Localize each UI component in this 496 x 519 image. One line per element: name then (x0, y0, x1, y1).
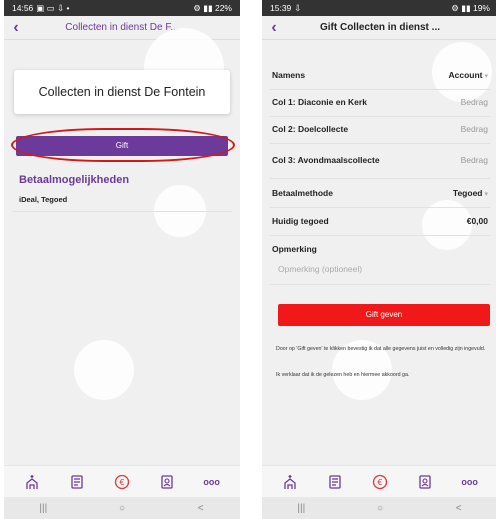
amount-input[interactable]: Bedrag (461, 155, 488, 165)
euro-icon[interactable]: € (370, 472, 390, 492)
status-right-icons: ⚙ ▮▮ 19% (451, 2, 490, 13)
status-right-icons: ⚙ ▮▮ 22% (193, 2, 232, 13)
form-row-payment-method[interactable]: Betaalmethode Tegoed ▾ (262, 183, 496, 203)
bottom-nav: € ooo (262, 465, 496, 497)
bulletin-icon[interactable] (325, 472, 345, 492)
divider (270, 143, 490, 144)
more-icon[interactable]: ooo (460, 472, 480, 492)
phone-left: 14:56 ▣ ▭ ⇩ • ⚙ ▮▮ 22% ‹ Collecten in di… (4, 0, 240, 519)
row-label: Namens (272, 70, 306, 80)
form-row-remark: Opmerking (262, 239, 496, 259)
app-bar: ‹ Gift Collecten in dienst ... (262, 16, 496, 40)
remark-input[interactable]: Opmerking (optioneel) (278, 264, 362, 274)
contacts-icon[interactable] (415, 472, 435, 492)
red-annotation-circle (11, 128, 235, 162)
church-icon[interactable] (280, 472, 300, 492)
divider (270, 89, 490, 90)
row-value: Tegoed (452, 188, 483, 198)
svg-text:€: € (377, 478, 382, 487)
status-time: 15:39 (270, 3, 292, 13)
row-label: Col 2: Doelcollecte (272, 124, 349, 134)
back-icon[interactable]: ‹ (262, 16, 286, 40)
system-back-button[interactable]: < (186, 503, 216, 514)
decor-circle (74, 340, 134, 400)
form-row-col2[interactable]: Col 2: Doelcollecte Bedrag (262, 119, 496, 139)
payment-options-title: Betaalmogelijkheden (19, 174, 130, 186)
system-nav: ||| ○ < (4, 497, 240, 519)
collection-card: Collecten in dienst De Fontein (14, 70, 230, 114)
balance-value: €0,00 (466, 216, 488, 226)
row-label: Huidig tegoed (272, 216, 329, 226)
bottom-nav: € ooo (4, 465, 240, 497)
screenshot-stage: 14:56 ▣ ▭ ⇩ • ⚙ ▮▮ 22% ‹ Collecten in di… (0, 0, 496, 519)
divider (12, 211, 232, 212)
page-title: Collecten in dienst De F... (65, 22, 179, 33)
form-row-namens[interactable]: Namens Account ▾ (262, 66, 496, 84)
row-label: Col 1: Diaconie en Kerk (272, 97, 367, 107)
gift-submit-button[interactable]: Gift geven (278, 304, 490, 326)
recents-button[interactable]: ||| (286, 503, 316, 514)
payment-options-value: iDeal, Tegoed (19, 195, 68, 204)
divider (270, 235, 490, 236)
phone-right: 15:39 ⇩ ⚙ ▮▮ 19% ‹ Gift Collecten in die… (262, 0, 496, 519)
home-button[interactable]: ○ (107, 503, 137, 514)
form-row-col1[interactable]: Col 1: Diaconie en Kerk Bedrag (262, 92, 496, 112)
form-row-col3[interactable]: Col 3: Avondmaalscollecte Bedrag (262, 146, 496, 174)
contacts-icon[interactable] (157, 472, 177, 492)
status-bar: 14:56 ▣ ▭ ⇩ • ⚙ ▮▮ 22% (4, 0, 240, 16)
home-button[interactable]: ○ (365, 503, 395, 514)
euro-icon[interactable]: € (112, 472, 132, 492)
bulletin-icon[interactable] (67, 472, 87, 492)
church-icon[interactable] (22, 472, 42, 492)
agreement-text: Ik verklaar dat ik de gelezen heb en hie… (276, 372, 410, 378)
back-icon[interactable]: ‹ (4, 16, 28, 40)
row-value: Account (448, 70, 483, 80)
divider (270, 178, 490, 179)
amount-input[interactable]: Bedrag (461, 124, 488, 134)
page-title: Gift Collecten in dienst ... (319, 22, 440, 33)
row-label: Betaalmethode (272, 188, 333, 198)
more-label: ooo (461, 476, 478, 487)
divider (270, 207, 490, 208)
divider (270, 284, 490, 285)
collection-title: Collecten in dienst De Fontein (38, 85, 206, 99)
amount-input[interactable]: Bedrag (461, 97, 488, 107)
status-left-icons: ▣ ▭ ⇩ • (36, 2, 70, 13)
row-label: Opmerking (272, 244, 317, 254)
svg-text:€: € (119, 478, 124, 487)
more-icon[interactable]: ooo (202, 472, 222, 492)
recents-button[interactable]: ||| (28, 503, 58, 514)
more-label: ooo (203, 476, 220, 487)
row-label: Col 3: Avondmaalscollecte (272, 155, 380, 165)
system-back-button[interactable]: < (444, 503, 474, 514)
form-row-balance: Huidig tegoed €0,00 (262, 211, 496, 231)
status-time: 14:56 (12, 3, 34, 13)
divider (270, 116, 490, 117)
caret-down-icon: ▾ (484, 73, 488, 80)
caret-down-icon: ▾ (484, 191, 488, 198)
status-left-icons: ⇩ (294, 2, 302, 13)
status-bar: 15:39 ⇩ ⚙ ▮▮ 19% (262, 0, 496, 16)
disclaimer-text: Door op 'Gift geven' te klikken bevestig… (276, 346, 486, 352)
system-nav: ||| ○ < (262, 497, 496, 519)
